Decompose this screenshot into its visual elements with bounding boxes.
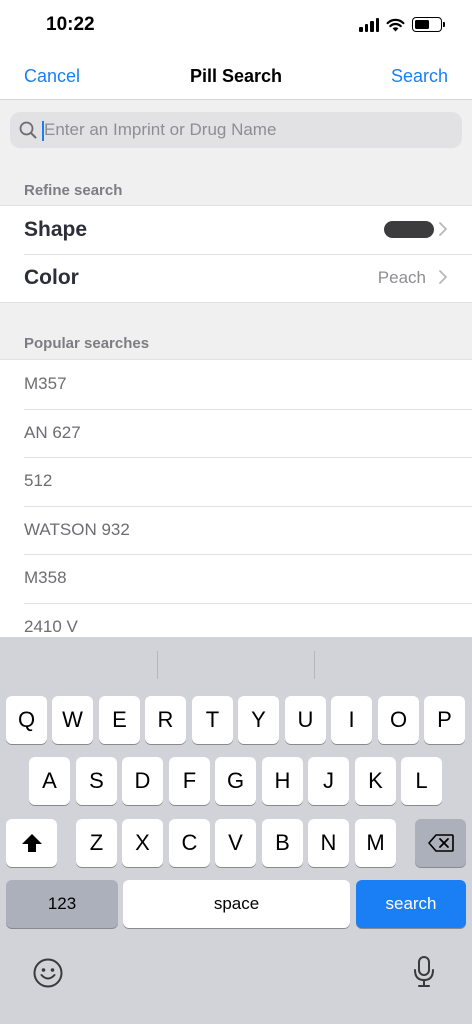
popular-search-text: 512	[24, 471, 53, 490]
shape-label: Shape	[24, 218, 88, 241]
key-j[interactable]: J	[308, 757, 349, 805]
key-r[interactable]: R	[145, 696, 186, 744]
status-time: 10:22	[46, 14, 95, 35]
search-button[interactable]: Search	[391, 66, 448, 87]
key-a[interactable]: A	[29, 757, 70, 805]
shape-row[interactable]: Shape	[0, 206, 472, 254]
refine-search-header: Refine search	[24, 182, 123, 199]
list-item[interactable]: M358	[0, 554, 472, 603]
suggestion-divider	[157, 651, 158, 679]
key-x[interactable]: X	[122, 819, 163, 867]
battery-icon	[412, 17, 445, 32]
list-item[interactable]: AN 627	[0, 408, 472, 458]
search-input[interactable]	[44, 112, 444, 148]
key-i[interactable]: I	[331, 696, 372, 744]
search-key[interactable]: search	[356, 880, 466, 928]
popular-search-text: 2410 V	[24, 616, 78, 636]
key-k[interactable]: K	[355, 757, 396, 805]
key-g[interactable]: G	[215, 757, 256, 805]
key-w[interactable]: W	[52, 696, 93, 744]
space-key[interactable]: space	[123, 880, 350, 928]
search-field[interactable]	[10, 112, 462, 148]
key-p[interactable]: P	[424, 696, 465, 744]
key-v[interactable]: V	[215, 819, 256, 867]
status-icons	[359, 17, 445, 32]
color-label: Color	[24, 266, 79, 289]
cancel-button[interactable]: Cancel	[24, 66, 80, 87]
suggestion-divider	[314, 651, 315, 679]
popular-search-text: AN 627	[24, 422, 81, 442]
backspace-icon	[427, 834, 454, 852]
key-b[interactable]: B	[262, 819, 303, 867]
popular-search-text: M358	[24, 568, 67, 587]
shift-arrow-icon	[21, 834, 42, 852]
key-d[interactable]: D	[122, 757, 163, 805]
wifi-icon	[386, 18, 405, 31]
key-o[interactable]: O	[378, 696, 419, 744]
popular-search-text: M357	[24, 374, 67, 393]
key-u[interactable]: U	[285, 696, 326, 744]
key-h[interactable]: H	[262, 757, 303, 805]
cellular-signal-icon	[359, 17, 379, 32]
key-l[interactable]: L	[401, 757, 442, 805]
key-f[interactable]: F	[169, 757, 210, 805]
status-bar: 10:22	[0, 0, 472, 54]
popular-searches-header: Popular searches	[24, 335, 150, 352]
chevron-right-icon	[439, 222, 447, 236]
emoji-icon[interactable]	[32, 957, 64, 989]
color-value: Peach	[377, 268, 426, 287]
color-row[interactable]: Color Peach	[0, 254, 472, 302]
list-item[interactable]: WATSON 932	[0, 505, 472, 555]
key-s[interactable]: S	[76, 757, 117, 805]
key-e[interactable]: E	[99, 696, 140, 744]
list-item[interactable]: 2410 V	[0, 602, 472, 638]
refine-search-group: Shape Color Peach	[0, 205, 472, 303]
key-c[interactable]: C	[169, 819, 210, 867]
list-item[interactable]: 512	[0, 457, 472, 506]
popular-searches-list: M357 AN 627 512 WATSON 932 M358 2410 V	[0, 359, 472, 637]
delete-key[interactable]	[415, 819, 466, 867]
battery-level	[415, 20, 430, 29]
magnifying-glass-icon	[19, 121, 37, 139]
key-n[interactable]: N	[308, 819, 349, 867]
chevron-right-icon	[439, 270, 447, 284]
key-z[interactable]: Z	[76, 819, 117, 867]
key-y[interactable]: Y	[238, 696, 279, 744]
key-q[interactable]: Q	[6, 696, 47, 744]
pill-search-content: Refine search Shape Color Peach Popular …	[0, 100, 472, 637]
list-item[interactable]: M357	[0, 360, 472, 409]
shift-key[interactable]	[6, 819, 57, 867]
key-t[interactable]: T	[192, 696, 233, 744]
popular-search-text: WATSON 932	[24, 519, 130, 539]
keyboard: Q W E R T Y U I O P A S D F G H J K L Z …	[0, 637, 472, 1024]
microphone-icon[interactable]	[412, 955, 436, 989]
key-m[interactable]: M	[355, 819, 396, 867]
navigation-bar: Cancel Pill Search Search	[0, 54, 472, 100]
pill-shape-preview	[384, 221, 434, 238]
numbers-key[interactable]: 123	[6, 880, 118, 928]
